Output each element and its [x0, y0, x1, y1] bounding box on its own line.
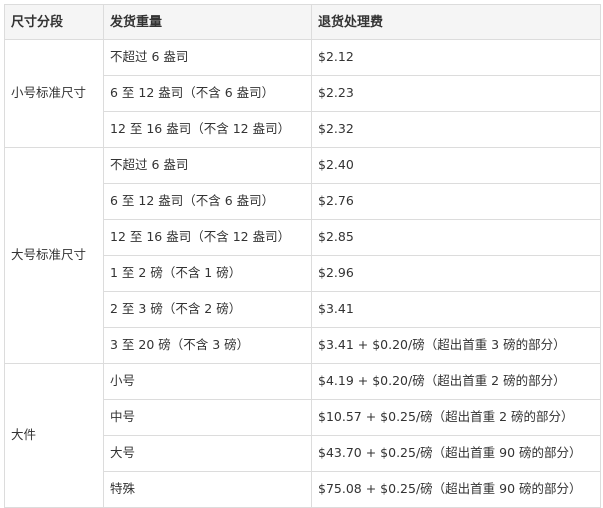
shipping-weight-cell: 12 至 16 盎司（不含 12 盎司）: [103, 219, 312, 256]
return-fee-cell: $2.96: [311, 255, 601, 292]
page: 尺寸分段 发货重量 退货处理费 小号标准尺寸 不超过 6 盎司 $2.12 6 至 1…: [0, 0, 603, 508]
return-fee-cell: $10.57 + $0.25/磅（超出首重 2 磅的部分）: [311, 399, 601, 436]
table-row: 小号标准尺寸 不超过 6 盎司 $2.12: [4, 39, 601, 148]
return-fee-cell: $4.19 + $0.20/磅（超出首重 2 磅的部分）: [311, 363, 601, 400]
return-fee-cell: $2.12: [311, 39, 601, 76]
return-fee-cell: $2.23: [311, 75, 601, 112]
header-return-fee: 退货处理费: [311, 4, 601, 40]
return-fee-cell: $2.76: [311, 183, 601, 220]
table-row: 大号标准尺寸 不超过 6 盎司 $2.40: [4, 147, 601, 364]
shipping-weight-cell: 3 至 20 磅（不含 3 磅）: [103, 327, 312, 364]
table-row: 大件 小号 $4.19 + $0.20/磅（超出首重 2 磅的部分）: [4, 363, 601, 508]
shipping-weight-cell: 大号: [103, 435, 312, 472]
return-fee-cell: $43.70 + $0.25/磅（超出首重 90 磅的部分）: [311, 435, 601, 472]
size-tier-cell: 小号标准尺寸: [4, 39, 104, 148]
shipping-weight-cell: 1 至 2 磅（不含 1 磅）: [103, 255, 312, 292]
size-tier-cell: 大号标准尺寸: [4, 147, 104, 364]
header-shipping-weight: 发货重量: [103, 4, 312, 40]
return-fee-table: 尺寸分段 发货重量 退货处理费 小号标准尺寸 不超过 6 盎司 $2.12 6 至 1…: [4, 4, 601, 508]
shipping-weight-cell: 特殊: [103, 471, 312, 508]
shipping-weight-cell: 小号: [103, 363, 312, 400]
header-size-tier: 尺寸分段: [4, 4, 104, 40]
shipping-weight-cell: 6 至 12 盎司（不含 6 盎司）: [103, 75, 312, 112]
return-fee-cell: $3.41 + $0.20/磅（超出首重 3 磅的部分）: [311, 327, 601, 364]
header-row: 尺寸分段 发货重量 退货处理费: [4, 4, 601, 40]
shipping-weight-cell: 2 至 3 磅（不含 2 磅）: [103, 291, 312, 328]
return-fee-cell: $2.85: [311, 219, 601, 256]
table-header: 尺寸分段 发货重量 退货处理费: [4, 4, 601, 40]
shipping-weight-cell: 6 至 12 盎司（不含 6 盎司）: [103, 183, 312, 220]
return-fee-cell: $3.41: [311, 291, 601, 328]
return-fee-cell: $2.40: [311, 147, 601, 184]
shipping-weight-cell: 不超过 6 盎司: [103, 39, 312, 76]
table-body: 小号标准尺寸 不超过 6 盎司 $2.12 6 至 12 盎司（不含 6 盎司） $2.…: [4, 39, 601, 508]
return-fee-cell: $2.32: [311, 111, 601, 148]
size-tier-cell: 大件: [4, 363, 104, 508]
return-fee-cell: $75.08 + $0.25/磅（超出首重 90 磅的部分）: [311, 471, 601, 508]
shipping-weight-cell: 不超过 6 盎司: [103, 147, 312, 184]
shipping-weight-cell: 中号: [103, 399, 312, 436]
shipping-weight-cell: 12 至 16 盎司（不含 12 盎司）: [103, 111, 312, 148]
